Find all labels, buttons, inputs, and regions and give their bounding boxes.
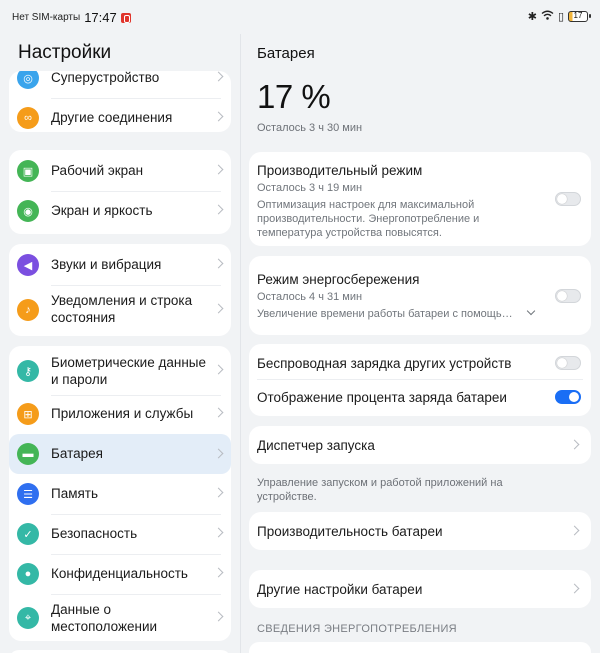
sidebar-item-location[interactable]: ⌖ Данные о местоположении (9, 595, 231, 641)
power-saving-card[interactable]: Режим энергосбережения Осталось 4 ч 31 м… (249, 256, 591, 335)
sidebar-item-label: Батарея (51, 446, 103, 461)
sidebar-item-security[interactable]: ✓ Безопасность (9, 515, 231, 553)
battery-icon: ▬ (17, 443, 39, 465)
status-time: 17:47 (84, 10, 117, 25)
notification-icon (120, 12, 131, 23)
power-saving-title: Режим энергосбережения (257, 272, 420, 287)
chevron-right-icon (213, 448, 224, 459)
performance-mode-toggle[interactable] (555, 192, 581, 206)
wireless-charging-toggle[interactable] (555, 356, 581, 370)
chevron-right-icon (569, 583, 580, 594)
performance-mode-description: Оптимизация настроек для максимальной пр… (257, 199, 480, 239)
show-percent-label: Отображение процента заряда батареи (257, 390, 507, 405)
settings-sidebar: Настройки ◎ Суперустройство ∞ Другие сое… (0, 34, 240, 653)
sidebar-item-label: Память (51, 486, 99, 501)
sidebar-item-label: Суперустройство (51, 71, 160, 85)
chevron-right-icon (213, 611, 224, 622)
location-pin-icon: ⌖ (17, 607, 39, 629)
eye-icon: ◉ (17, 200, 39, 222)
sidebar-title: Настройки (18, 42, 112, 63)
bell-icon: ♪ (17, 299, 39, 321)
other-battery-settings-row[interactable]: Другие настройки батареи (249, 570, 591, 608)
settings-group-sound-notifications: ◀ Звуки и вибрация ♪ Уведомления и строк… (9, 244, 231, 336)
chevron-right-icon (213, 71, 224, 82)
power-usage-card (249, 642, 591, 653)
sidebar-item-display-brightness[interactable]: ◉ Экран и яркость (9, 192, 231, 230)
key-icon: ⚷ (17, 360, 39, 382)
sidebar-item-label: Биометрические данные и пароли (51, 355, 206, 387)
chevron-right-icon (213, 364, 224, 375)
carrier-label: Нет SIM-карты (12, 12, 81, 23)
battery-remaining-time: Осталось 3 ч 30 мин (257, 122, 363, 134)
sidebar-item-home-screen[interactable]: ▣ Рабочий экран (9, 152, 231, 190)
page-title: Батарея (257, 45, 315, 62)
battery-percent: 17 % (257, 78, 331, 115)
performance-mode-card[interactable]: Производительный режим Осталось 3 ч 19 м… (249, 152, 591, 246)
chevron-right-icon (213, 527, 224, 538)
battery-performance-label: Производительность батареи (257, 524, 443, 539)
chevron-down-icon[interactable] (526, 306, 536, 316)
sidebar-item-label: Рабочий экран (51, 163, 144, 178)
sidebar-item-apps[interactable]: ⊞ Приложения и службы (9, 396, 231, 432)
chevron-right-icon (213, 487, 224, 498)
storage-icon: ☰ (17, 483, 39, 505)
settings-group-system: ⚷ Биометрические данные и пароли ⊞ Прило… (9, 346, 231, 641)
sidebar-item-super-device[interactable]: ◎ Суперустройство (9, 71, 231, 90)
other-battery-settings-label: Другие настройки батареи (257, 582, 423, 597)
sidebar-item-notifications[interactable]: ♪ Уведомления и строка состояния (9, 286, 231, 334)
power-saving-toggle[interactable] (555, 289, 581, 303)
sidebar-item-other-connections[interactable]: ∞ Другие соединения (9, 99, 231, 132)
sidebar-item-label: Другие соединения (51, 110, 173, 125)
power-saving-remaining: Осталось 4 ч 31 мин (257, 291, 363, 303)
battery-performance-row[interactable]: Производительность батареи (249, 512, 591, 550)
battery-detail-pane: Батарея 17 % Осталось 3 ч 30 мин Произво… (241, 34, 600, 653)
wifi-icon (541, 10, 554, 23)
battery-icon: 17 (568, 11, 591, 22)
launch-manager-row[interactable]: Диспетчер запуска (249, 426, 591, 464)
show-percent-toggle[interactable] (555, 390, 581, 404)
bluetooth-icon: ✱ (527, 10, 537, 23)
sidebar-item-label: Уведомления и строка состояния (51, 293, 193, 325)
sidebar-item-storage[interactable]: ☰ Память (9, 475, 231, 513)
launch-manager-label: Диспетчер запуска (257, 438, 375, 453)
sidebar-item-sounds[interactable]: ◀ Звуки и вибрация (9, 246, 231, 284)
settings-group-connectivity: ◎ Суперустройство ∞ Другие соединения (9, 71, 231, 132)
chevron-right-icon (213, 407, 224, 418)
power-saving-description: Увеличение времени работы батареи с помо… (257, 308, 513, 320)
privacy-icon: ● (17, 563, 39, 585)
sidebar-item-battery[interactable]: ▬ Батарея (9, 434, 231, 474)
sidebar-item-label: Конфиденциальность (51, 566, 188, 581)
chevron-right-icon (213, 111, 224, 122)
speaker-icon: ◀ (17, 254, 39, 276)
launch-manager-note: Управление запуском и работой приложений… (257, 477, 503, 503)
divider (257, 379, 583, 380)
shield-icon: ✓ (17, 523, 39, 545)
chevron-right-icon (569, 525, 580, 536)
chevron-right-icon (213, 164, 224, 175)
chevron-right-icon (213, 567, 224, 578)
chevron-right-icon (213, 258, 224, 269)
chevron-right-icon (213, 204, 224, 215)
sidebar-item-label: Данные о местоположении (51, 602, 158, 634)
performance-mode-title: Производительный режим (257, 163, 423, 178)
performance-mode-remaining: Осталось 3 ч 19 мин (257, 182, 363, 194)
status-bar: Нет SIM-карты 17:47 ✱ ▯ 17 (0, 0, 600, 34)
apps-grid-icon: ⊞ (17, 403, 39, 425)
charging-options-card: Беспроводная зарядка других устройств От… (249, 344, 591, 416)
link-icon: ∞ (17, 107, 39, 129)
settings-group-display: ▣ Рабочий экран ◉ Экран и яркость (9, 150, 231, 234)
sidebar-item-label: Звуки и вибрация (51, 257, 162, 272)
super-device-icon: ◎ (17, 71, 39, 89)
vibrate-icon: ▯ (557, 10, 564, 23)
home-screen-icon: ▣ (17, 160, 39, 182)
sidebar-item-privacy[interactable]: ● Конфиденциальность (9, 555, 231, 593)
chevron-right-icon (569, 439, 580, 450)
wireless-charging-label: Беспроводная зарядка других устройств (257, 356, 512, 371)
chevron-right-icon (213, 303, 224, 314)
sidebar-item-biometrics[interactable]: ⚷ Биометрические данные и пароли (9, 348, 231, 394)
sidebar-item-label: Безопасность (51, 526, 138, 541)
sidebar-item-label: Экран и яркость (51, 203, 153, 218)
section-header: СВЕДЕНИЯ ЭНЕРГОПОТРЕБЛЕНИЯ (257, 623, 457, 635)
sidebar-item-label: Приложения и службы (51, 406, 194, 421)
